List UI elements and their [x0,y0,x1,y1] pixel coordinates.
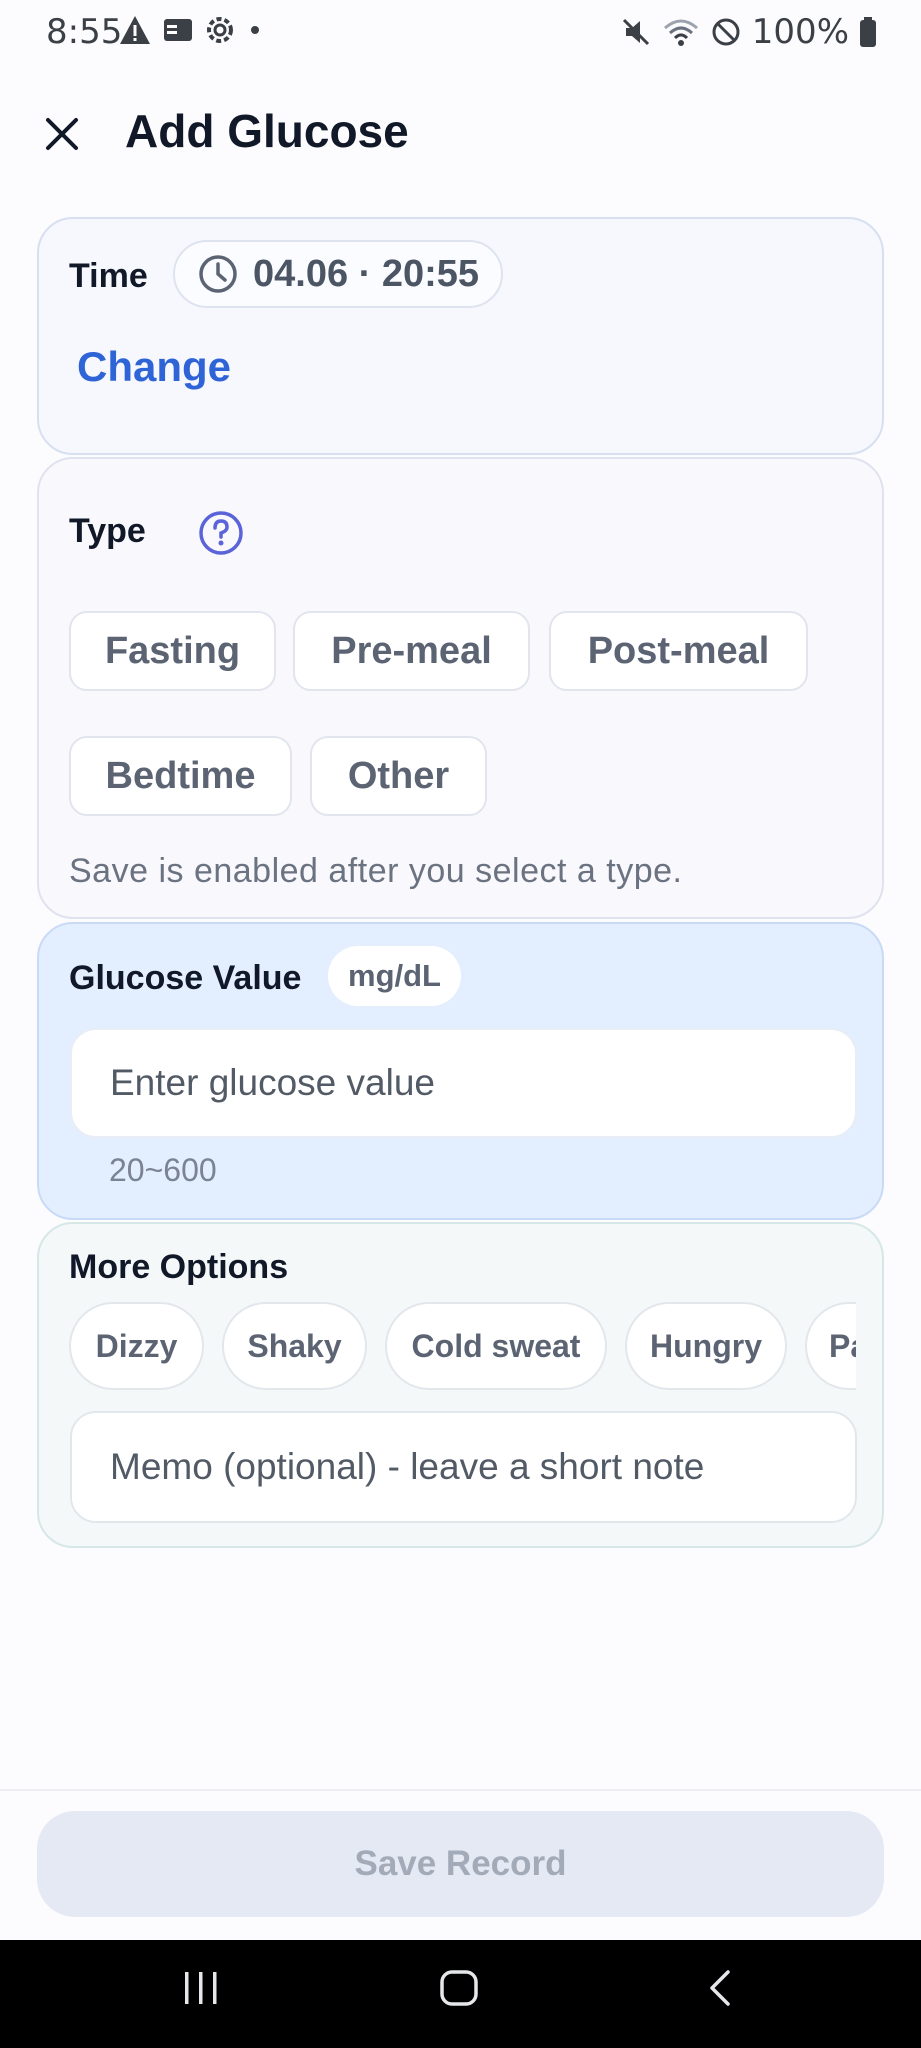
time-label: Time [69,257,148,295]
status-bar: 8:55 100% [0,0,921,66]
chip-partial[interactable]: Pa [805,1302,856,1390]
glucose-input[interactable] [70,1028,857,1138]
type-card: Type Fasting Pre-meal Post-meal Bedtime … [37,457,884,919]
time-chip[interactable]: 04.06 · 20:55 [173,240,504,308]
status-left-icons [118,14,264,46]
close-icon[interactable] [38,110,86,158]
symptom-chips[interactable]: Dizzy Shaky Cold sweat Hungry Pa [69,1302,856,1394]
header: Add Glucose [0,90,921,170]
battery-percent: 100% [751,12,849,52]
time-card: Time 04.06 · 20:55 Change [37,217,884,455]
dot-icon [251,26,259,34]
warning-icon [120,16,150,44]
mute-icon [622,18,649,46]
no-disturb-icon [712,18,740,46]
type-option-other[interactable]: Other [310,736,487,816]
type-option-pre-meal[interactable]: Pre-meal [293,611,530,691]
gear-icon [207,17,233,43]
more-options-card: More Options Dizzy Shaky Cold sweat Hung… [37,1222,884,1548]
back-icon[interactable] [702,1966,738,2010]
type-label: Type [69,512,146,550]
clock-icon [199,255,237,293]
system-nav-bar [0,1940,921,2048]
type-option-fasting[interactable]: Fasting [69,611,276,691]
time-value: 04.06 · 20:55 [253,252,480,295]
status-right-icons: 100% [620,12,877,52]
type-hint: Save is enabled after you select a type. [69,852,683,890]
home-icon[interactable] [438,1966,482,2010]
more-options-label: More Options [69,1248,289,1286]
chip-shaky[interactable]: Shaky [222,1302,367,1390]
glucose-range: 20~600 [109,1152,217,1188]
status-time: 8:55 [46,12,123,52]
glucose-card: Glucose Value mg/dL 20~600 [37,922,884,1220]
unit-chip[interactable]: mg/dL [328,946,461,1006]
battery-icon [860,17,876,47]
help-icon[interactable] [198,510,244,556]
chip-hungry[interactable]: Hungry [625,1302,787,1390]
footer-divider [0,1789,921,1791]
chip-cold-sweat[interactable]: Cold sweat [385,1302,607,1390]
recent-apps-icon[interactable] [181,1966,221,2010]
chip-dizzy[interactable]: Dizzy [69,1302,204,1390]
card-icon [164,19,192,41]
glucose-label: Glucose Value [69,959,302,997]
memo-input[interactable] [70,1411,857,1523]
change-time-button[interactable]: Change [77,343,231,391]
wifi-icon [663,19,698,46]
type-option-bedtime[interactable]: Bedtime [69,736,292,816]
page-title: Add Glucose [125,105,409,157]
save-record-button[interactable]: Save Record [37,1811,884,1917]
type-option-post-meal[interactable]: Post-meal [549,611,808,691]
